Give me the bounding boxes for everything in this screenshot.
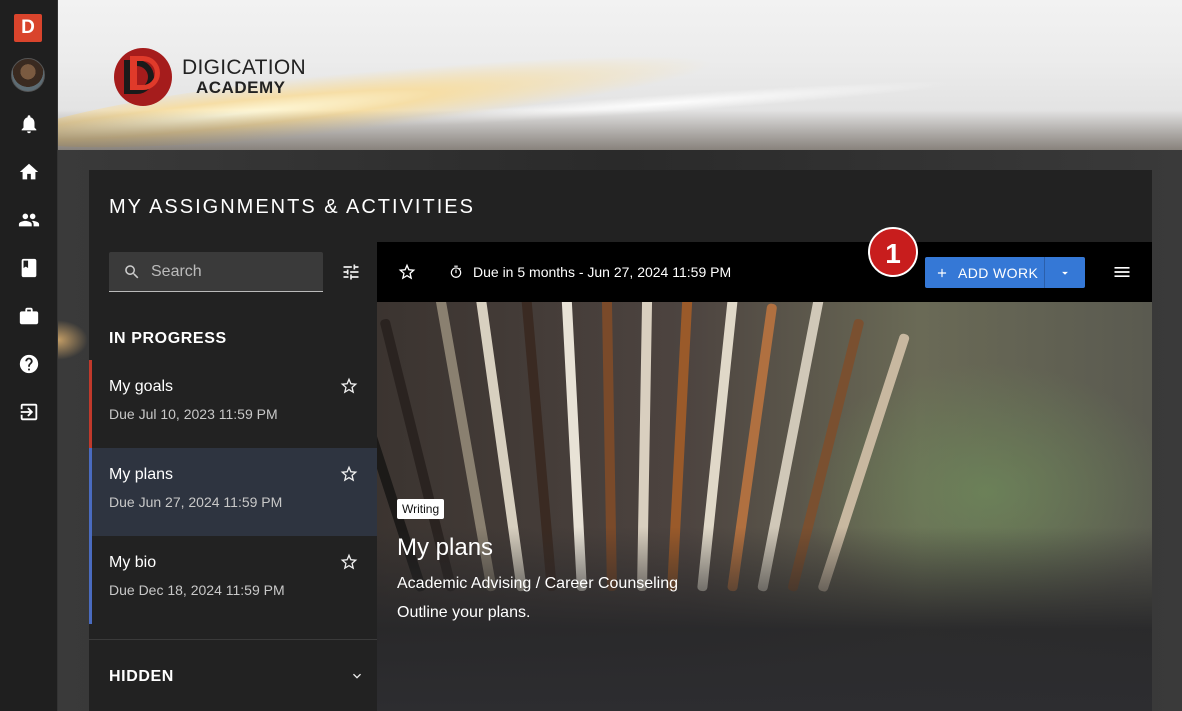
assignment-hero: Writing My plans Academic Advising / Car… [377,302,1152,711]
help-icon [19,354,39,374]
brand-name: DIGICATION [182,56,306,80]
assignment-due: Due Dec 18, 2024 11:59 PM [109,582,285,598]
filter-button[interactable] [339,260,363,284]
avatar[interactable] [11,58,45,92]
favorite-button[interactable] [339,552,359,572]
notifications-button[interactable] [0,106,58,142]
brand-logo-mark [114,48,172,106]
assignment-list: My goals Due Jul 10, 2023 11:59 PM My pl… [89,360,377,624]
star-outline-icon [398,263,416,280]
star-outline-icon [340,377,358,394]
category-tag: Writing [397,499,445,519]
assignment-item-my-goals[interactable]: My goals Due Jul 10, 2023 11:59 PM [89,360,377,448]
plus-icon [937,268,947,277]
brand-wordmark: DIGICATION ACADEMY [182,56,306,98]
add-work-dropdown-button[interactable] [1045,257,1085,288]
search-icon [125,264,139,278]
add-work-button-group: ADD WORK [925,257,1085,288]
favorite-button[interactable] [339,464,359,484]
detail-toolbar: Due in 5 months - Jun 27, 2024 11:59 PM … [377,227,1152,302]
assignment-name: My goals [109,378,174,395]
search-input[interactable] [151,262,311,281]
assignment-description: Outline your plans. [397,604,531,621]
assignment-item-my-bio[interactable]: My bio Due Dec 18, 2024 11:59 PM [89,536,377,624]
assignment-name: My plans [109,466,174,483]
portfolio-button[interactable] [0,250,58,286]
star-outline-icon [340,553,358,570]
due-date-text: Due in 5 months - Jun 27, 2024 11:59 PM [473,264,732,280]
add-work-button[interactable]: ADD WORK [925,257,1045,288]
logout-icon [20,403,38,421]
assignment-item-my-plans[interactable]: My plans Due Jun 27, 2024 11:59 PM [89,448,377,536]
people-icon [18,213,40,227]
chevron-down-icon [349,668,365,684]
briefcase-icon [19,307,39,325]
divider [89,639,377,640]
assignment-title: My plans [397,534,494,561]
hidden-section-toggle[interactable]: HIDDEN [89,660,377,696]
app-logo[interactable]: D [14,14,42,42]
search-box[interactable] [109,252,323,292]
timer-icon [449,265,463,279]
caret-down-icon [1062,271,1068,275]
assignments-panel: MY ASSIGNMENTS & ACTIVITIES IN PROGRESS … [89,170,1152,711]
banner-shadow [58,110,1182,150]
bell-icon [21,115,37,134]
home-button[interactable] [0,154,58,190]
favorite-button[interactable] [397,262,417,282]
favorite-button[interactable] [339,376,359,396]
hero-gradient [377,302,1152,711]
hamburger-icon [1114,267,1130,277]
menu-button[interactable] [1112,262,1132,282]
tune-icon [343,264,359,280]
star-outline-icon [340,465,358,482]
assignment-due: Due Jul 10, 2023 11:59 PM [109,406,278,422]
book-icon [21,258,37,278]
home-icon [19,163,39,180]
help-button[interactable] [0,346,58,382]
work-button[interactable] [0,298,58,334]
left-rail: D [0,0,58,711]
brand-logo[interactable]: DIGICATION ACADEMY [114,48,306,106]
add-work-label: ADD WORK [958,264,1039,281]
assignment-subtitle: Academic Advising / Career Counseling [397,575,679,592]
section-in-progress: IN PROGRESS [109,330,227,347]
logout-button[interactable] [0,394,58,430]
assignment-due: Due Jun 27, 2024 11:59 PM [109,494,283,510]
section-hidden: HIDDEN [109,668,174,685]
assignment-name: My bio [109,554,157,571]
step-badge: 1 [868,227,918,277]
brand-subname: ACADEMY [196,78,286,98]
people-button[interactable] [0,202,58,238]
page-title: MY ASSIGNMENTS & ACTIVITIES [109,196,475,218]
